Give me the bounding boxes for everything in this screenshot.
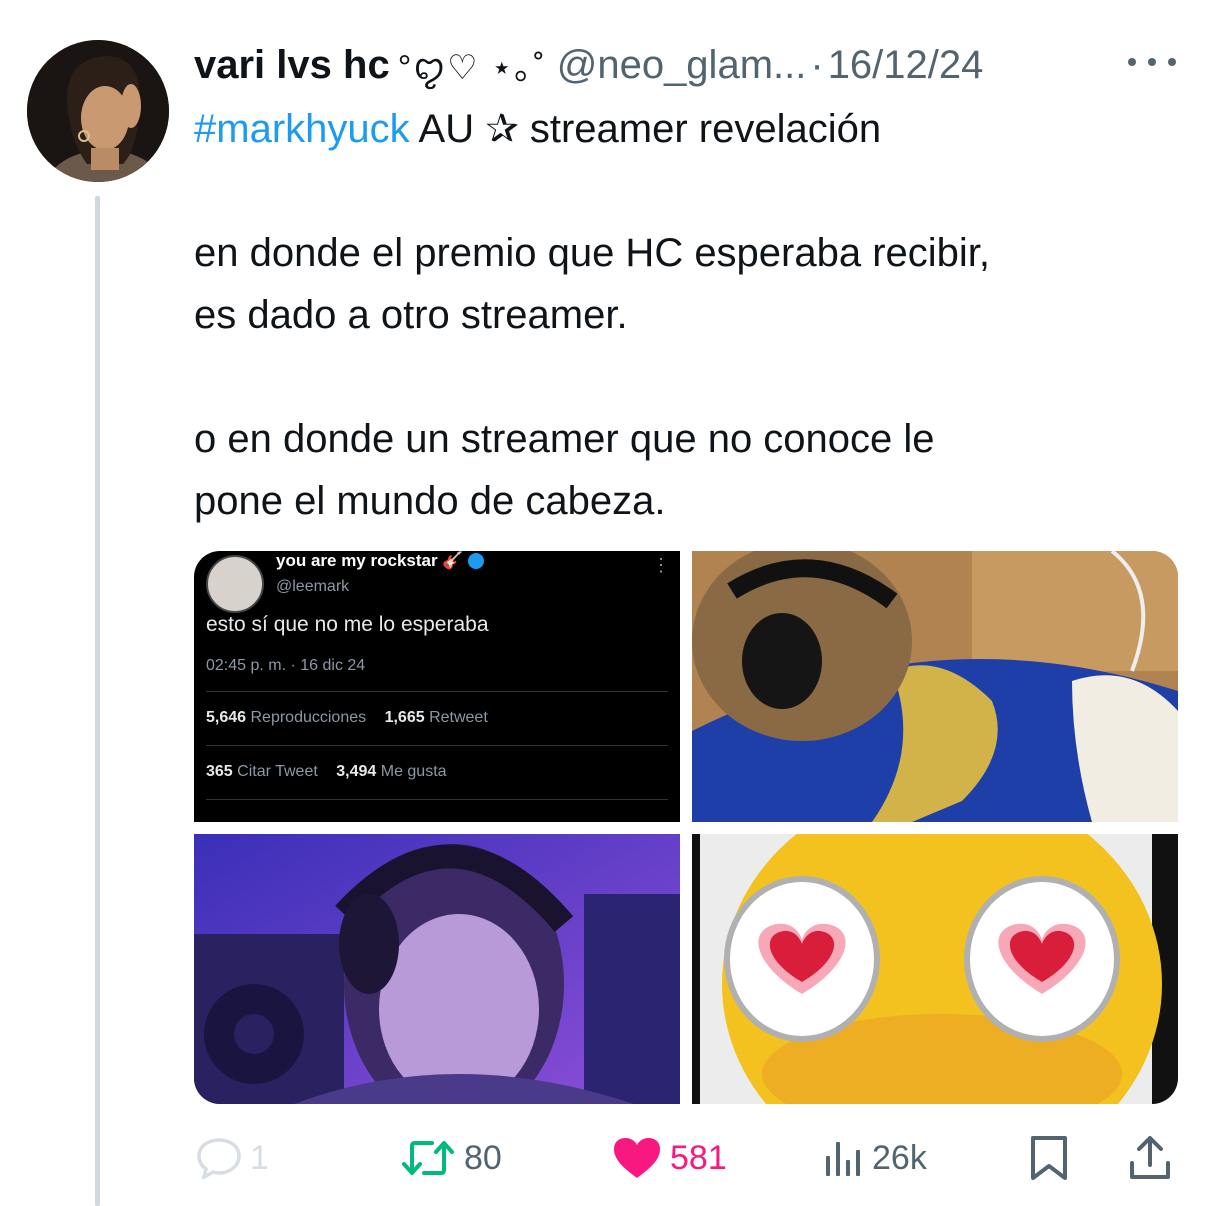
views-count: 26k [872,1138,927,1177]
reply-button[interactable]: 1 [196,1132,269,1184]
tweet-line-5: pone el mundo de cabeza. [194,479,666,523]
embedded-name: you are my rockstar 🎸 [276,551,464,570]
share-upload-icon [1128,1135,1172,1181]
embedded-handle: @leemark [276,578,350,595]
heart-filled-icon [612,1136,662,1180]
verified-badge-icon [468,553,484,569]
user-handle[interactable]: @neo_glam... [557,43,807,88]
reply-count: 1 [250,1138,269,1177]
guitar-emoji: 🎸 [442,551,464,570]
headphones-back-photo[interactable] [692,551,1178,822]
embedded-avatar [206,555,264,613]
tweet-text: #markhyuck AU ✰ streamer revelación en d… [194,98,1184,532]
hashtag-link[interactable]: #markhyuck [194,107,410,151]
name-decoration: °ꨄ︎♡ ⋆｡˚ [397,48,547,87]
avatar[interactable] [27,40,169,182]
embedded-time: 02:45 p. m. · 16 dic 24 [206,657,366,674]
media-grid: you are my rockstar 🎸 @leemark ⋮ esto sí… [194,551,1178,1104]
tweet-line-2: en donde el premio que HC esperaba recib… [194,231,991,275]
tweet-line-3: es dado a otro streamer. [194,293,628,337]
reply-icon [196,1137,242,1179]
like-button[interactable]: 581 [612,1132,727,1184]
embedded-tweet-screenshot[interactable]: you are my rockstar 🎸 @leemark ⋮ esto sí… [194,551,680,822]
separator-dot: · [810,42,824,87]
heart-eyes-emoji-image[interactable] [692,834,1178,1104]
embedded-text: esto sí que no me lo esperaba [206,613,489,636]
retweet-count: 80 [464,1138,502,1177]
embedded-divider [206,799,668,800]
tweet-header: vari lvs hc °ꨄ︎♡ ⋆｡˚ @neo_glam... · 16/1… [194,40,983,90]
share-button[interactable] [1128,1132,1172,1184]
tweet-line-1: AU ✰ streamer revelación [409,107,882,151]
embedded-divider [206,691,668,692]
bookmark-icon [1028,1135,1070,1181]
thread-line [95,196,100,1206]
embedded-divider [206,745,668,746]
more-options-icon[interactable] [1128,52,1176,72]
retweet-icon [400,1138,456,1178]
embedded-stats-row-2: 365 Citar Tweet 3,494 Me gusta [206,763,447,780]
headphones-purple-photo[interactable] [194,834,680,1104]
views-bar-chart-icon [824,1138,864,1178]
views-button[interactable]: 26k [824,1132,927,1184]
display-name[interactable]: vari lvs hc [194,43,390,88]
tweet-date[interactable]: 16/12/24 [828,43,984,88]
tweet-line-4: o en donde un streamer que no conoce le [194,417,935,461]
bookmark-button[interactable] [1028,1132,1070,1184]
embedded-more-icon: ⋮ [652,555,670,575]
retweet-button[interactable]: 80 [400,1132,502,1184]
like-count: 581 [670,1138,727,1177]
embedded-stats-row-1: 5,646 Reproducciones 1,665 Retweet [206,709,488,726]
